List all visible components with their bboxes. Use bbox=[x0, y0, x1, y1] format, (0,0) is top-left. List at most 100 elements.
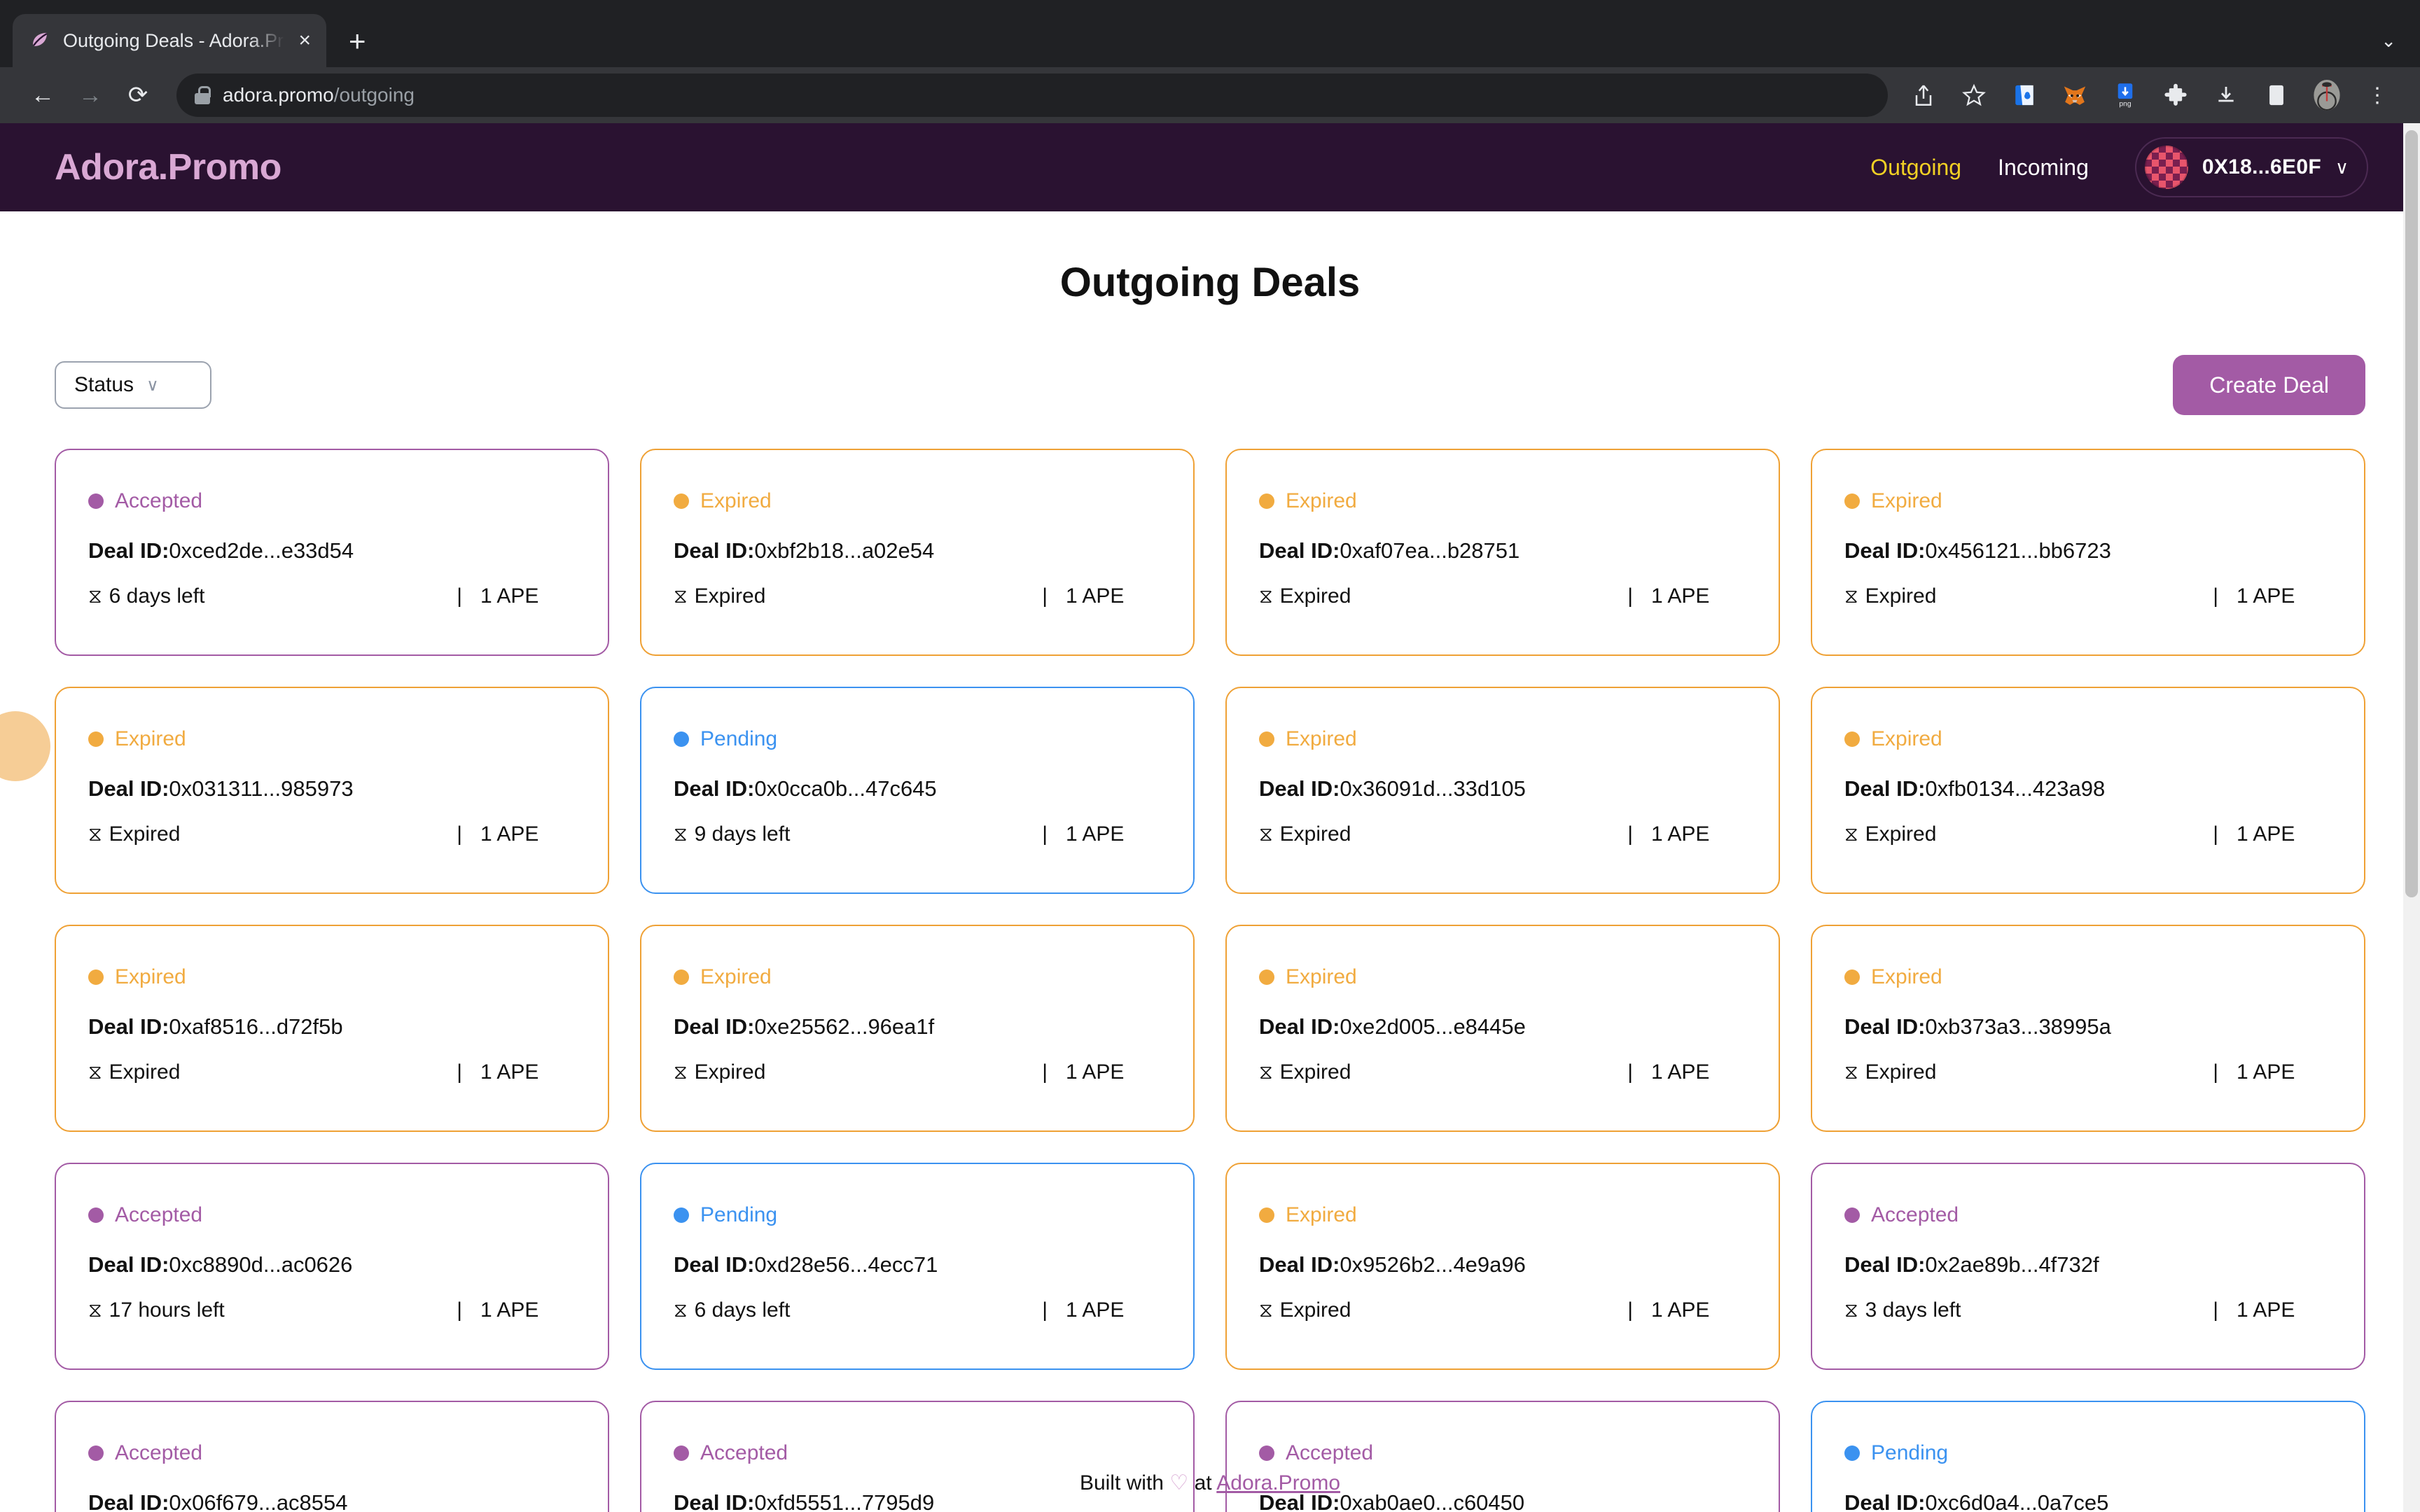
deal-id-row: Deal ID:0xaf8516...d72f5b bbox=[88, 1014, 576, 1040]
status-badge: Accepted bbox=[1286, 1441, 1374, 1464]
deal-card[interactable]: Pending Deal ID:0xc6d0a4...0a7ce5 bbox=[1811, 1401, 2365, 1512]
deal-id-value: 0x36091d...33d105 bbox=[1340, 776, 1526, 801]
deal-id-label: Deal ID: bbox=[674, 538, 755, 563]
page-title: Outgoing Deals bbox=[1059, 260, 1361, 305]
deal-meta-row: ⧖ 3 days left | 1 APE bbox=[1844, 1298, 2332, 1322]
status-filter-dropdown[interactable]: Status ∨ bbox=[55, 361, 211, 409]
deal-id-value: 0x456121...bb6723 bbox=[1925, 538, 2111, 563]
deal-meta-row: ⧖ Expired | 1 APE bbox=[674, 584, 1161, 608]
deal-time-remaining: Expired bbox=[694, 1060, 766, 1084]
hourglass-icon: ⧖ bbox=[1259, 1298, 1273, 1321]
meta-separator: | bbox=[1042, 822, 1048, 846]
deal-id-label: Deal ID: bbox=[88, 776, 169, 801]
deal-card[interactable]: Accepted Deal ID:0xc8890d...ac0626 ⧖ 17 hou… bbox=[55, 1163, 609, 1370]
deal-meta-row: ⧖ Expired | 1 APE bbox=[1259, 1298, 1746, 1322]
deal-id-value: 0xe25562...96ea1f bbox=[754, 1014, 935, 1039]
status-dot-icon bbox=[1844, 493, 1860, 509]
address-bar[interactable]: adora.promo/outgoing bbox=[176, 74, 1888, 117]
deal-id-value: 0xaf8516...d72f5b bbox=[169, 1014, 343, 1039]
deal-meta-row: ⧖ Expired | 1 APE bbox=[1844, 822, 2332, 846]
deal-id-row: Deal ID:0xb373a3...38995a bbox=[1844, 1014, 2332, 1040]
brand-logo[interactable]: Adora.Promo bbox=[55, 146, 281, 188]
nav-link-outgoing[interactable]: Outgoing bbox=[1870, 155, 1961, 181]
deal-amount: 1 APE bbox=[480, 584, 539, 608]
status-dot-icon bbox=[1259, 732, 1274, 747]
hourglass-icon: ⧖ bbox=[674, 584, 688, 607]
card-status-row: Expired bbox=[1259, 489, 1746, 513]
deal-card[interactable]: Expired Deal ID:0xaf8516...d72f5b ⧖ Expired… bbox=[55, 925, 609, 1132]
password-manager-extension-icon[interactable] bbox=[2003, 74, 2046, 117]
reload-button[interactable]: ⟳ bbox=[116, 74, 160, 117]
browser-tab[interactable]: Outgoing Deals - Adora.Promo × bbox=[13, 14, 326, 67]
deal-id-row: Deal ID:0x031311...985973 bbox=[88, 776, 576, 802]
metamask-extension-icon[interactable] bbox=[2053, 74, 2096, 117]
close-icon[interactable]: × bbox=[298, 30, 311, 51]
deal-time-remaining: Expired bbox=[1279, 1060, 1351, 1084]
deal-card[interactable]: Expired Deal ID:0xaf07ea...b28751 ⧖ Expired… bbox=[1225, 449, 1780, 656]
deal-id-value: 0xb373a3...38995a bbox=[1925, 1014, 2111, 1039]
footer-link[interactable]: Adora.Promo bbox=[1216, 1471, 1340, 1494]
bookmark-star-icon[interactable] bbox=[1952, 74, 1996, 117]
chevron-down-icon[interactable]: ⌄ bbox=[2381, 30, 2396, 52]
meta-separator: | bbox=[1627, 1298, 1633, 1322]
deal-card[interactable]: Expired Deal ID:0x456121...bb6723 ⧖ Expired… bbox=[1811, 449, 2365, 656]
chrome-menu-icon[interactable]: ⋮ bbox=[2356, 74, 2399, 117]
deal-id-label: Deal ID: bbox=[1844, 776, 1926, 801]
deal-card[interactable]: Expired Deal ID:0xe2d005...e8445e ⧖ Expired… bbox=[1225, 925, 1780, 1132]
status-badge: Expired bbox=[1286, 489, 1357, 512]
card-status-row: Expired bbox=[1259, 727, 1746, 751]
status-dot-icon bbox=[1844, 1208, 1860, 1223]
url-path: /outgoing bbox=[333, 84, 415, 106]
downloads-icon[interactable] bbox=[2204, 74, 2248, 117]
page-scrollbar-thumb[interactable] bbox=[2405, 130, 2418, 897]
deal-time-remaining: Expired bbox=[694, 584, 766, 608]
deal-id-label: Deal ID: bbox=[1259, 538, 1340, 563]
extensions-puzzle-icon[interactable] bbox=[2154, 74, 2197, 117]
deal-meta-row: ⧖ 6 days left | 1 APE bbox=[674, 1298, 1161, 1322]
deal-card[interactable]: Pending Deal ID:0x0cca0b...47c645 ⧖ 9 days … bbox=[640, 687, 1195, 894]
deal-card[interactable]: Expired Deal ID:0xb373a3...38995a ⧖ Expired… bbox=[1811, 925, 2365, 1132]
deal-card[interactable]: Expired Deal ID:0xfb0134...423a98 ⧖ Expired… bbox=[1811, 687, 2365, 894]
deal-id-row: Deal ID:0xc8890d...ac0626 bbox=[88, 1252, 576, 1278]
side-panel-icon[interactable] bbox=[2255, 74, 2298, 117]
deal-amount: 1 APE bbox=[1651, 1298, 1710, 1322]
deal-card[interactable]: Expired Deal ID:0xe25562...96ea1f ⧖ Expired… bbox=[640, 925, 1195, 1132]
avatar bbox=[2144, 146, 2188, 189]
deal-card[interactable]: Accepted Deal ID:0xced2de...e33d54 ⧖ 6 days… bbox=[55, 449, 609, 656]
back-button[interactable]: ← bbox=[21, 74, 64, 117]
forward-button[interactable]: → bbox=[69, 74, 112, 117]
deal-card[interactable]: Accepted Deal ID:0xab0ae0...c60450 bbox=[1225, 1401, 1780, 1512]
create-deal-button[interactable]: Create Deal bbox=[2173, 355, 2365, 415]
deal-id-label: Deal ID: bbox=[88, 1252, 169, 1277]
profile-avatar-icon[interactable] bbox=[2305, 74, 2349, 117]
deal-card[interactable]: Expired Deal ID:0x031311...985973 ⧖ Expired… bbox=[55, 687, 609, 894]
deal-card[interactable]: Accepted Deal ID:0x06f679...ac8554 bbox=[55, 1401, 609, 1512]
card-status-row: Expired bbox=[88, 727, 576, 751]
status-dot-icon bbox=[88, 1208, 104, 1223]
deal-card[interactable]: Expired Deal ID:0x9526b2...4e9a96 ⧖ Expired… bbox=[1225, 1163, 1780, 1370]
new-tab-button[interactable]: + bbox=[349, 27, 366, 56]
deal-card[interactable]: Accepted Deal ID:0x2ae89b...4f732f ⧖ 3 days… bbox=[1811, 1163, 2365, 1370]
deal-card[interactable]: Accepted Deal ID:0xfd5551...7795d9 bbox=[640, 1401, 1195, 1512]
nav-link-incoming[interactable]: Incoming bbox=[1998, 155, 2089, 181]
status-badge: Expired bbox=[1286, 727, 1357, 750]
status-badge: Expired bbox=[1286, 1203, 1357, 1226]
deal-id-label: Deal ID: bbox=[1259, 776, 1340, 801]
deal-card[interactable]: Pending Deal ID:0xd28e56...4ecc71 ⧖ 6 days … bbox=[640, 1163, 1195, 1370]
deal-time-remaining: Expired bbox=[1865, 584, 1937, 608]
deal-id-row: Deal ID:0x0cca0b...47c645 bbox=[674, 776, 1161, 802]
deal-card[interactable]: Expired Deal ID:0xbf2b18...a02e54 ⧖ Expired… bbox=[640, 449, 1195, 656]
chevron-down-icon: ∨ bbox=[2335, 156, 2349, 178]
wallet-address: 0X18...6E0F bbox=[2202, 155, 2321, 178]
card-status-row: Accepted bbox=[1259, 1441, 1746, 1465]
share-icon[interactable] bbox=[1902, 74, 1945, 117]
wallet-button[interactable]: 0X18...6E0F ∨ bbox=[2134, 137, 2368, 197]
deal-meta-row: ⧖ 9 days left | 1 APE bbox=[674, 822, 1161, 846]
deal-id-label: Deal ID: bbox=[674, 776, 755, 801]
deal-id-label: Deal ID: bbox=[674, 1014, 755, 1039]
png-download-extension-icon[interactable]: png bbox=[2103, 74, 2147, 117]
deal-card[interactable]: Expired Deal ID:0x36091d...33d105 ⧖ Expired… bbox=[1225, 687, 1780, 894]
hourglass-icon: ⧖ bbox=[1844, 1060, 1858, 1083]
deal-id-label: Deal ID: bbox=[88, 538, 169, 563]
status-dot-icon bbox=[1259, 1208, 1274, 1223]
